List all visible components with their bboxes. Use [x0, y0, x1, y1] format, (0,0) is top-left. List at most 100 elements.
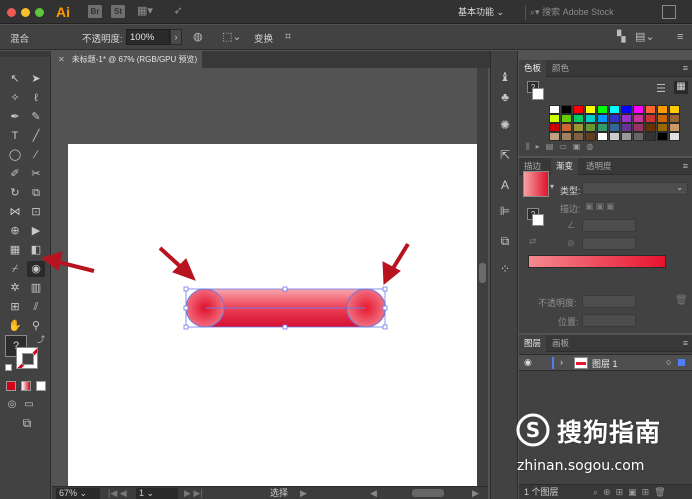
tab-layers[interactable]: 图层 — [519, 335, 547, 352]
color-swatch[interactable] — [585, 123, 596, 132]
vertical-scrollbar[interactable] — [477, 68, 488, 486]
color-swatch[interactable] — [585, 132, 596, 141]
color-swatch[interactable] — [573, 123, 584, 132]
tab-swatches[interactable]: 色板 — [519, 60, 547, 77]
gradient-slider[interactable] — [528, 255, 666, 268]
color-swatch[interactable] — [633, 132, 644, 141]
color-swatch[interactable] — [549, 105, 560, 114]
status-arrow-icon[interactable]: ▶ — [300, 487, 307, 499]
layer-thumbnail — [574, 357, 588, 369]
color-swatch[interactable] — [633, 105, 644, 114]
layer-row[interactable]: ◉ › 图层 1 ○ — [519, 354, 692, 371]
gradient-menu-icon[interactable]: ≡ — [683, 161, 688, 171]
first-page-icon[interactable]: |◀ ◀ — [108, 487, 127, 499]
delete-stop-icon[interactable]: 🗑 — [675, 295, 688, 306]
layer-selection-indicator[interactable] — [678, 359, 685, 366]
color-swatch[interactable] — [561, 114, 572, 123]
color-swatch[interactable] — [657, 114, 668, 123]
grid-view-icon[interactable]: ▦ — [674, 81, 688, 94]
symbols-panel-icon[interactable]: ♣ — [497, 89, 513, 105]
color-swatch[interactable] — [645, 114, 656, 123]
color-swatch[interactable] — [609, 123, 620, 132]
color-swatch[interactable] — [657, 123, 668, 132]
scroll-thumb[interactable] — [479, 263, 486, 283]
hscroll-right-icon[interactable]: ▶ — [472, 487, 479, 499]
gradient-thumbnail[interactable] — [523, 171, 549, 197]
color-swatch[interactable] — [669, 132, 680, 141]
layer-action-icons[interactable]: ⌕⊕⊞▣⊞🗑 — [593, 485, 671, 499]
stroke-label: 描边: — [560, 204, 581, 214]
page-field[interactable]: 1 ⌄ — [136, 488, 178, 499]
color-swatch[interactable] — [645, 105, 656, 114]
color-swatch[interactable] — [585, 105, 596, 114]
reverse-gradient-icon[interactable]: ⇄ — [529, 236, 537, 247]
color-swatch[interactable] — [585, 114, 596, 123]
character-panel-icon[interactable]: A — [497, 177, 513, 193]
color-swatch[interactable] — [621, 132, 632, 141]
color-swatch[interactable] — [573, 105, 584, 114]
export-icon[interactable]: ⇱ — [497, 147, 513, 163]
zoom-field[interactable]: 67% ⌄ — [56, 488, 100, 499]
stop-position-field[interactable] — [582, 314, 636, 327]
color-swatch[interactable] — [549, 114, 560, 123]
angle-icon: ∠ — [567, 220, 576, 230]
color-swatch[interactable] — [549, 123, 560, 132]
visibility-eye-icon[interactable]: ◉ — [524, 357, 532, 368]
layer-name[interactable]: 图层 1 — [592, 357, 618, 370]
gradient-stroke-box[interactable] — [532, 214, 544, 226]
color-swatch[interactable] — [633, 123, 644, 132]
stroke-gradient-icons[interactable]: ▣▣▣ — [585, 201, 617, 212]
color-swatch[interactable] — [597, 105, 608, 114]
color-swatch[interactable] — [597, 114, 608, 123]
aspect-field[interactable] — [582, 237, 636, 250]
color-swatch[interactable] — [669, 123, 680, 132]
tab-artboards[interactable]: 画板 — [547, 335, 574, 352]
stop-opacity-field[interactable] — [582, 295, 636, 308]
transform-panel-icon[interactable]: ⁘ — [497, 261, 513, 277]
color-swatch[interactable] — [669, 105, 680, 114]
color-swatch[interactable] — [621, 123, 632, 132]
swatch-library-icons[interactable]: ⫼▸▤▭▣◍ — [526, 142, 599, 152]
layers-tabs: 图层 画板 ≡ — [519, 335, 692, 352]
color-swatch[interactable] — [561, 123, 572, 132]
color-swatch[interactable] — [657, 105, 668, 114]
color-swatch[interactable] — [645, 132, 656, 141]
pathfinder-panel-icon[interactable]: ⧉ — [497, 233, 513, 249]
color-swatch[interactable] — [609, 114, 620, 123]
panel-menu-icon[interactable]: ≡ — [683, 63, 688, 73]
next-page-icon[interactable]: ▶ ▶| — [184, 487, 203, 499]
hscroll-thumb[interactable] — [412, 489, 444, 497]
tab-color[interactable]: 颜色 — [547, 60, 574, 77]
svg-text:S: S — [526, 418, 540, 442]
gradient-dropdown-icon[interactable]: ▾ — [550, 182, 554, 191]
tab-gradient[interactable]: 渐变 — [551, 158, 579, 175]
list-view-icon[interactable]: ☰ — [656, 82, 666, 95]
hscroll-left-icon[interactable]: ◀ — [370, 487, 377, 499]
color-swatch[interactable] — [621, 114, 632, 123]
color-swatch[interactable] — [561, 105, 572, 114]
layers-menu-icon[interactable]: ≡ — [683, 338, 688, 348]
color-swatch[interactable] — [597, 132, 608, 141]
angle-field[interactable] — [582, 219, 636, 232]
color-swatch[interactable] — [669, 114, 680, 123]
color-swatch[interactable] — [657, 132, 668, 141]
appearance-panel-icon[interactable]: ♝ — [497, 69, 513, 85]
color-swatch[interactable] — [633, 114, 644, 123]
color-swatch[interactable] — [561, 132, 572, 141]
tab-transparency[interactable]: 透明度 — [581, 158, 617, 175]
color-swatch[interactable] — [573, 114, 584, 123]
color-swatch[interactable] — [573, 132, 584, 141]
type-select[interactable]: ⌄ — [582, 182, 688, 195]
color-swatch[interactable] — [609, 132, 620, 141]
color-swatch[interactable] — [597, 123, 608, 132]
color-swatch[interactable] — [621, 105, 632, 114]
align-panel-icon[interactable]: ⊫ — [497, 203, 513, 219]
graphic-styles-icon[interactable]: ✺ — [497, 117, 513, 133]
color-swatch[interactable] — [645, 123, 656, 132]
expand-layer-icon[interactable]: › — [560, 357, 563, 367]
swatch-stroke-box[interactable] — [532, 88, 544, 100]
color-swatch[interactable] — [609, 105, 620, 114]
layer-target-icon[interactable]: ○ — [666, 357, 671, 367]
color-swatch[interactable] — [549, 132, 560, 141]
type-label: 类型: — [560, 186, 581, 196]
